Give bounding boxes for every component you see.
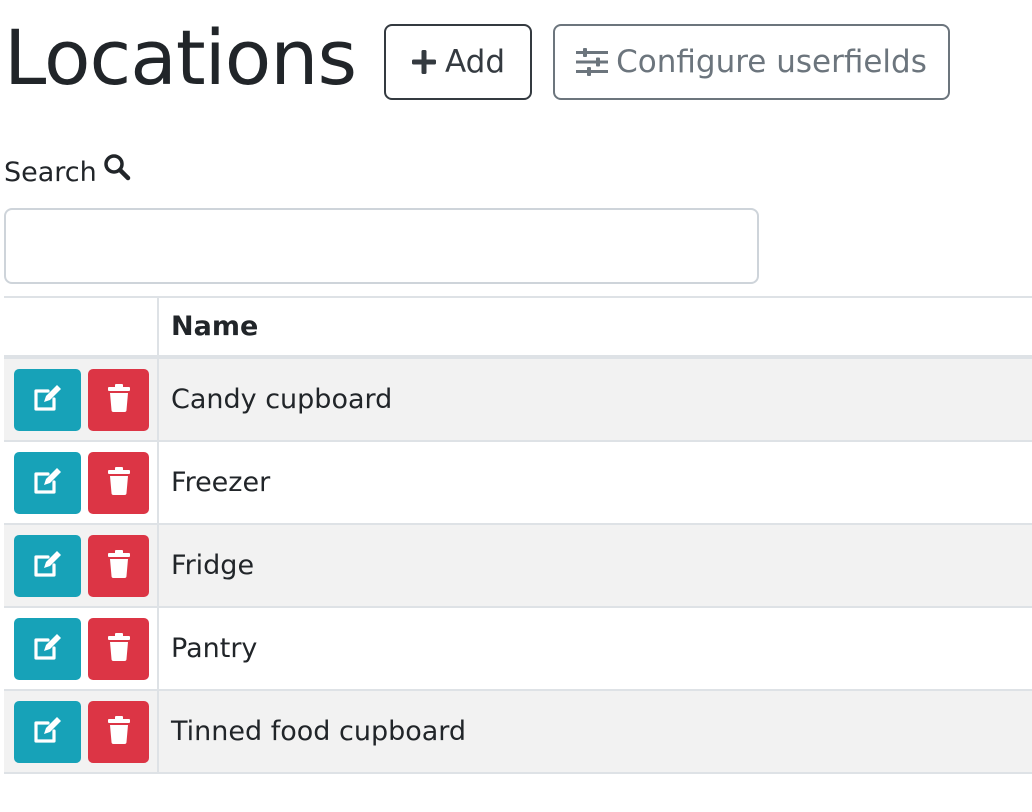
table-header: Name xyxy=(4,296,1032,359)
table-row: Fridge xyxy=(4,525,1032,608)
location-name: Freezer xyxy=(171,467,271,498)
trash-icon xyxy=(107,466,131,499)
edit-button[interactable] xyxy=(14,617,81,680)
page-title: Locations xyxy=(4,13,357,102)
table-row: Pantry xyxy=(4,608,1032,691)
edit-icon xyxy=(32,384,64,416)
name-column-header[interactable]: Name xyxy=(159,298,1032,355)
actions-column-header xyxy=(4,298,159,355)
edit-icon xyxy=(32,467,64,499)
edit-icon xyxy=(32,716,64,748)
delete-button[interactable] xyxy=(88,534,149,597)
delete-button[interactable] xyxy=(88,451,149,514)
configure-userfields-button[interactable]: Configure userfields xyxy=(553,24,950,100)
edit-icon xyxy=(32,550,64,582)
table-row: Tinned food cupboard xyxy=(4,691,1032,774)
locations-page: Locations Add Configure userfields Searc… xyxy=(0,0,1032,812)
row-actions xyxy=(4,608,159,689)
delete-button[interactable] xyxy=(88,368,149,431)
row-actions xyxy=(4,442,159,523)
configure-userfields-label: Configure userfields xyxy=(616,44,927,80)
location-name: Fridge xyxy=(171,550,255,581)
edit-button[interactable] xyxy=(14,534,81,597)
trash-icon xyxy=(107,715,131,748)
edit-button[interactable] xyxy=(14,451,81,514)
add-button-label: Add xyxy=(444,44,506,80)
table-row: Freezer xyxy=(4,442,1032,525)
row-actions xyxy=(4,691,159,772)
edit-button[interactable] xyxy=(14,368,81,431)
search-label-text: Search xyxy=(4,156,97,188)
plus-icon xyxy=(411,49,437,75)
edit-button[interactable] xyxy=(14,700,81,763)
row-actions xyxy=(4,359,159,440)
search-label: Search xyxy=(4,153,131,192)
trash-icon xyxy=(107,383,131,416)
trash-icon xyxy=(107,632,131,665)
table-row: Candy cupboard xyxy=(4,359,1032,442)
row-actions xyxy=(4,525,159,606)
delete-button[interactable] xyxy=(88,617,149,680)
location-name: Candy cupboard xyxy=(171,384,393,415)
locations-table: Name Candy cupboard Freezer Fridge Pantr… xyxy=(4,296,1032,774)
location-name: Pantry xyxy=(171,633,258,664)
search-icon xyxy=(103,153,131,192)
delete-button[interactable] xyxy=(88,700,149,763)
add-button[interactable]: Add xyxy=(384,24,532,100)
edit-icon xyxy=(32,633,64,665)
trash-icon xyxy=(107,549,131,582)
sliders-icon xyxy=(576,48,609,76)
location-name: Tinned food cupboard xyxy=(171,716,467,747)
search-input[interactable] xyxy=(4,208,759,284)
